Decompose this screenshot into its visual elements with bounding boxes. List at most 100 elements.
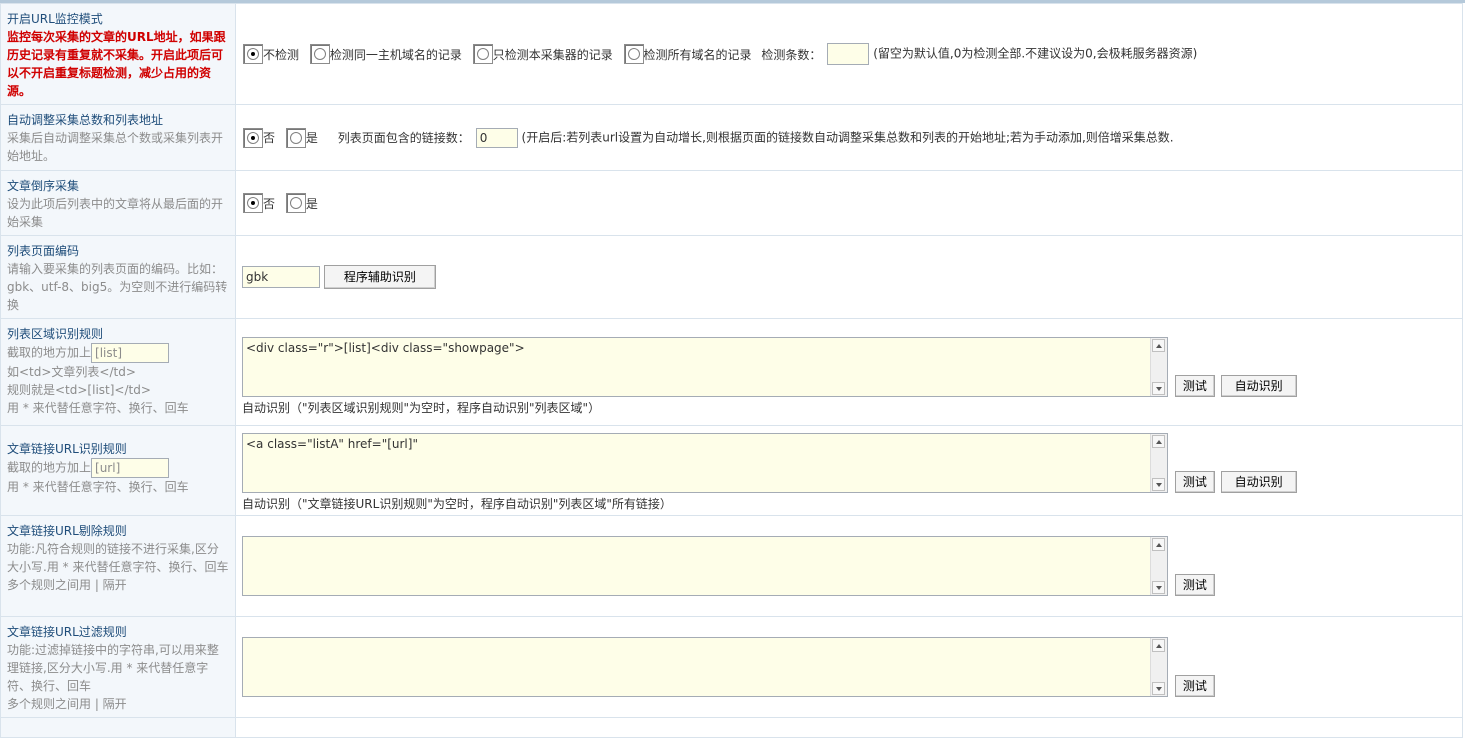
row-desc-wildcard: 用 * 来代替任意字符、换行、回车 [7,401,189,415]
scrollbar[interactable] [1150,337,1167,396]
link-exclude-textarea[interactable] [242,536,1168,596]
radio-label: 不检测 [263,47,300,62]
row-title: 开启URL监控模式 [7,12,103,26]
row-title: 文章链接URL识别规则 [7,442,127,456]
test-button[interactable]: 测试 [1174,574,1215,596]
row-link-filter: 文章链接URL过滤规则 功能:过滤掉链接中的字符串,可以用来整理链接,区分大小写… [0,616,1463,718]
row-url-monitor: 开启URL监控模式 监控每次采集的文章的URL地址，如果跟历史记录有重复就不采集… [0,3,1463,105]
radio-this-collector[interactable] [472,44,493,64]
row-title: 列表页面编码 [7,244,80,258]
link-filter-textarea[interactable] [242,637,1168,697]
auto-detect-button[interactable]: 自动识别 [1220,471,1297,493]
auto-detect-note: 自动识别（"文章链接URL识别规则"为空时，程序自动识别"列表区域"所有链接） [242,497,672,511]
radio-yes[interactable] [285,193,306,213]
label-cell: 自动调整采集总数和列表地址 采集后自动调整采集总个数或采集列表开始地址。 [0,104,236,171]
row-desc-rule: 规则就是<td>[list]</td> [7,383,151,397]
encoding-input[interactable] [242,266,320,288]
row-desc: 截取的地方加上 [7,343,229,363]
label-cell: 列表页面编码 请输入要采集的列表页面的编码。比如：gbk、utf-8、big5。… [0,235,236,319]
scroll-up-icon[interactable] [1152,338,1165,352]
label-cell: 文章链接URL剔除规则 功能:凡符合规则的链接不进行采集,区分大小写.用 * 来… [0,515,236,617]
scroll-up-icon[interactable] [1152,639,1165,652]
detect-encoding-button[interactable]: 程序辅助识别 [323,265,436,289]
scroll-down-icon[interactable] [1152,682,1165,695]
scrollbar[interactable] [1150,434,1167,492]
textarea-content: <a class="listA" href="[url]" [246,437,418,451]
row-desc-separator: 多个规则之间用 | 隔开 [7,578,127,592]
row-desc-separator: 多个规则之间用 | 隔开 [7,697,127,711]
auto-detect-button[interactable]: 自动识别 [1220,374,1297,397]
auto-detect-note: 自动识别（"列表区域识别规则"为空时，程序自动识别"列表区域"） [242,400,601,415]
radio-no-check[interactable] [243,44,263,64]
count-input[interactable] [827,43,870,65]
radio-same-host[interactable] [309,44,330,64]
scrollbar[interactable] [1150,638,1167,696]
row-warning: 监控每次采集的文章的URL地址，如果跟历史记录有重复就不采集。开启此项后可以不开… [7,30,226,98]
value-cell: 程序辅助识别 [235,235,1463,319]
list-area-textarea[interactable]: <div class="r">[list]<div class="showpag… [242,336,1168,397]
row-auto-adjust: 自动调整采集总数和列表地址 采集后自动调整采集总个数或采集列表开始地址。 否 是… [0,104,1463,171]
row-list-area: 列表区域识别规则 截取的地方加上 如<td>文章列表</td> 规则就是<td>… [0,318,1463,426]
scroll-up-icon[interactable] [1152,538,1165,551]
row-desc-wildcard: 用 * 来代替任意字符、换行、回车 [7,480,189,494]
collector-settings-form: 开启URL监控模式 监控每次采集的文章的URL地址，如果跟历史记录有重复就不采集… [0,3,1463,738]
desc-text: 截取的地方加上 [7,460,92,475]
row-encoding: 列表页面编码 请输入要采集的列表页面的编码。比如：gbk、utf-8、big5。… [0,235,1463,319]
row-desc: 采集后自动调整采集总个数或采集列表开始地址。 [7,131,224,163]
value-cell: <div class="r">[list]<div class="showpag… [235,318,1463,426]
radio-label: 否 [263,131,276,145]
row-desc: 设为此项后列表中的文章将从最后面的开始采集 [7,197,224,229]
label-cell: 开启URL监控模式 监控每次采集的文章的URL地址，如果跟历史记录有重复就不采集… [0,3,236,105]
radio-no[interactable] [243,193,263,213]
value-cell: <a class="listA" href="[url]" 测试 自动识别 自动… [235,425,1463,516]
scroll-up-icon[interactable] [1152,435,1165,448]
value-cell [235,717,1463,738]
row-title: 文章链接URL剔除规则 [7,524,127,538]
list-tag-input[interactable] [91,343,170,363]
scroll-down-icon[interactable] [1152,581,1165,594]
radio-label: 检测所有域名的记录 [643,47,752,62]
label-cell: 文章链接URL识别规则 截取的地方加上 用 * 来代替任意字符、换行、回车 [0,425,236,516]
radio-label: 否 [263,196,276,211]
row-next-partial [0,717,1463,738]
row-desc: 截取的地方加上 [7,458,229,478]
row-desc-example: 如<td>文章列表</td> [7,365,136,379]
desc-text: 截取的地方加上 [7,345,92,360]
row-title: 列表区域识别规则 [7,327,104,341]
row-reverse: 文章倒序采集 设为此项后列表中的文章将从最后面的开始采集 否 是 [0,170,1463,236]
links-input[interactable] [475,127,518,148]
radio-label: 是 [305,131,318,145]
count-hint: (留空为默认值,0为检测全部.不建议设为0,会极耗服务器资源) [873,46,1198,61]
row-desc: 功能:过滤掉链接中的字符串,可以用来整理链接,区分大小写.用 * 来代替任意字符… [7,643,219,693]
radio-yes[interactable] [285,127,306,148]
test-button[interactable]: 测试 [1174,675,1215,697]
radio-all-domains[interactable] [623,44,644,64]
radio-no[interactable] [243,127,263,148]
row-desc: 功能:凡符合规则的链接不进行采集,区分大小写.用 * 来代替任意字符、换行、回车 [7,542,229,574]
links-label: 列表页面包含的链接数： [337,131,470,145]
count-label: 检测条数： [761,47,822,62]
row-desc: 请输入要采集的列表页面的编码。比如：gbk、utf-8、big5。为空则不进行编… [7,262,228,312]
row-link-rule: 文章链接URL识别规则 截取的地方加上 用 * 来代替任意字符、换行、回车 <a… [0,425,1463,516]
row-title: 文章倒序采集 [7,179,80,193]
textarea-content: <div class="r">[list]<div class="showpag… [246,340,525,355]
scroll-down-icon[interactable] [1152,478,1165,491]
radio-label: 是 [305,196,318,211]
test-button[interactable]: 测试 [1174,374,1215,397]
test-button[interactable]: 测试 [1174,471,1215,493]
radio-label: 只检测本采集器的记录 [492,47,613,62]
link-rule-textarea[interactable]: <a class="listA" href="[url]" [242,433,1168,493]
row-title: 文章链接URL过滤规则 [7,625,127,639]
url-tag-input[interactable] [91,458,170,478]
value-cell: 否 是 [235,170,1463,236]
row-link-exclude: 文章链接URL剔除规则 功能:凡符合规则的链接不进行采集,区分大小写.用 * 来… [0,515,1463,617]
scrollbar[interactable] [1150,537,1167,595]
value-cell: 否 是 列表页面包含的链接数： (开启后:若列表url设置为自动增长,则根据页面… [235,104,1463,171]
label-cell: 文章链接URL过滤规则 功能:过滤掉链接中的字符串,可以用来整理链接,区分大小写… [0,616,236,718]
adjust-hint: (开启后:若列表url设置为自动增长,则根据页面的链接数自动调整采集总数和列表的… [521,130,1174,144]
value-cell: 测试 [235,515,1463,617]
label-cell: 文章倒序采集 设为此项后列表中的文章将从最后面的开始采集 [0,170,236,236]
value-cell: 不检测 检测同一主机域名的记录 只检测本采集器的记录 检测所有域名的记录 检测条… [235,3,1463,105]
scroll-down-icon[interactable] [1152,381,1165,395]
label-cell [0,717,236,738]
